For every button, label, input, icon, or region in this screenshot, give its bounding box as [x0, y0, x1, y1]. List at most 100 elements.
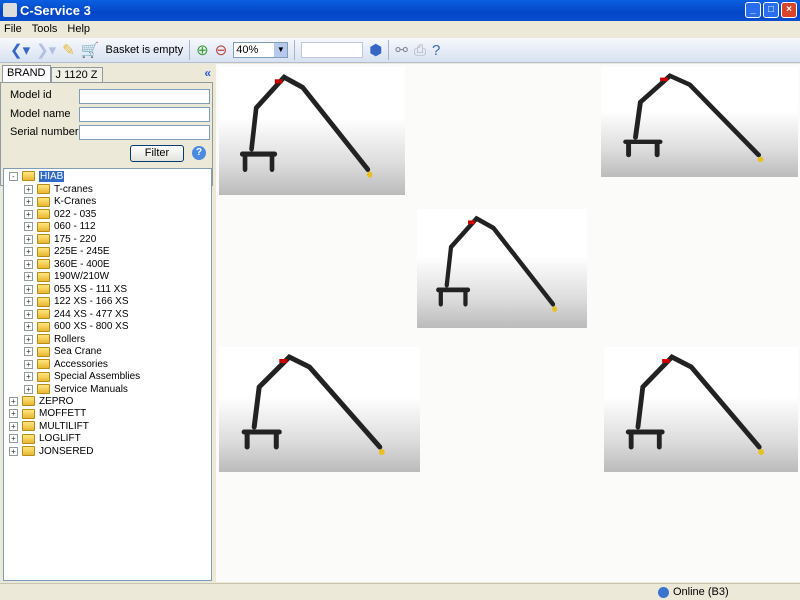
expand-icon[interactable]: +	[24, 222, 33, 231]
expand-icon[interactable]: +	[24, 247, 33, 256]
globe-icon	[658, 586, 669, 598]
zoom-out-icon[interactable]: ⊖	[215, 41, 228, 59]
status-bar: Online (B3)	[0, 583, 800, 600]
crane-image[interactable]	[417, 209, 587, 328]
model-id-input[interactable]	[79, 89, 210, 104]
expand-icon[interactable]: +	[24, 209, 33, 219]
binoculars-icon[interactable]: ⚯	[395, 41, 408, 59]
tree-node[interactable]: + MOFFETT	[9, 408, 86, 420]
zoom-in-icon[interactable]: ⊕	[196, 41, 209, 59]
folder-icon	[22, 171, 35, 181]
tree-node-hiab[interactable]: - HIAB	[9, 170, 65, 182]
tree-node[interactable]: +122 XS - 166 XS	[24, 296, 129, 308]
folder-icon	[37, 246, 50, 257]
expand-icon[interactable]: +	[9, 421, 18, 431]
folder-icon	[37, 296, 50, 307]
help-icon[interactable]: ?	[192, 146, 206, 160]
zoom-select[interactable]: 40% ▼	[233, 42, 289, 58]
brand-tree[interactable]: - HIAB + T-cranes + K-Cranes +022 - 035 +060 - …	[3, 168, 212, 581]
expand-icon[interactable]: +	[24, 372, 33, 381]
collapse-icon[interactable]: -	[9, 171, 18, 181]
expand-icon[interactable]: +	[9, 396, 18, 406]
tree-node[interactable]: +190W/210W	[24, 271, 109, 283]
expand-icon[interactable]: +	[24, 284, 33, 294]
expand-icon[interactable]: +	[24, 384, 33, 394]
close-button[interactable]: ×	[781, 2, 797, 18]
expand-icon[interactable]: +	[24, 322, 33, 331]
tree-node[interactable]: +022 - 035	[24, 208, 96, 220]
tab-model[interactable]: J 1120 Z	[50, 67, 103, 82]
menu-file[interactable]: File	[4, 23, 22, 35]
window-title: C-Service 3	[20, 3, 91, 18]
search-input[interactable]	[301, 42, 364, 58]
folder-icon	[37, 209, 50, 219]
maximize-button[interactable]: □	[763, 2, 779, 18]
tab-brand[interactable]: BRAND	[2, 65, 51, 82]
crane-gallery	[216, 64, 800, 582]
help-icon[interactable]: ?	[432, 42, 440, 59]
folder-icon	[22, 446, 35, 456]
tree-node[interactable]: + T-cranes	[24, 183, 93, 195]
tree-node[interactable]: +055 XS - 111 XS	[24, 283, 127, 295]
tree-node[interactable]: + Sea Crane	[24, 346, 102, 358]
basket-icon[interactable]: 🛒	[81, 41, 100, 59]
model-name-input[interactable]	[79, 107, 210, 122]
bone-icon[interactable]: ✎	[62, 41, 75, 59]
expand-icon[interactable]: +	[24, 272, 33, 281]
basket-status: Basket is empty	[105, 44, 184, 56]
expand-icon[interactable]: +	[24, 197, 33, 206]
expand-icon[interactable]: +	[9, 434, 18, 443]
expand-icon[interactable]: +	[9, 409, 18, 418]
tree-node[interactable]: +360E - 400E	[24, 258, 110, 270]
folder-icon	[37, 234, 50, 244]
crane-image[interactable]	[601, 67, 798, 177]
expand-icon[interactable]: +	[24, 259, 33, 269]
serial-number-label: Serial number	[10, 126, 79, 138]
folder-icon	[22, 433, 35, 444]
expand-icon[interactable]: +	[24, 359, 33, 369]
tree-node[interactable]: + MULTILIFT	[9, 420, 89, 432]
expand-icon[interactable]: +	[24, 309, 33, 319]
crane-image[interactable]	[604, 347, 798, 472]
tree-node[interactable]: + ZEPRO	[9, 395, 73, 407]
tree-node[interactable]: + Service Manuals	[24, 383, 128, 395]
model-id-label: Model id	[10, 89, 52, 101]
menu-help[interactable]: Help	[67, 23, 90, 35]
expand-icon[interactable]: +	[9, 446, 18, 456]
left-pane: BRAND J 1120 Z « Model id Model name Ser…	[0, 64, 215, 582]
tree-node[interactable]: +175 - 220	[24, 233, 96, 245]
back-icon[interactable]: ❮▾	[10, 41, 30, 59]
collapse-pane-icon[interactable]: «	[204, 66, 211, 80]
search-go-icon[interactable]: ⬢	[369, 41, 382, 59]
expand-icon[interactable]: +	[24, 297, 33, 306]
folder-icon	[37, 259, 50, 269]
expand-icon[interactable]: +	[24, 347, 33, 356]
tree-node[interactable]: +244 XS - 477 XS	[24, 308, 129, 320]
tree-node[interactable]: + JONSERED	[9, 445, 93, 457]
folder-icon	[37, 334, 50, 344]
forward-icon[interactable]: ❯▾	[36, 41, 56, 59]
tree-node[interactable]: +060 - 112	[24, 221, 96, 233]
tree-node[interactable]: +600 XS - 800 XS	[24, 321, 129, 333]
serial-number-input[interactable]	[79, 125, 210, 140]
expand-icon[interactable]: +	[24, 234, 33, 244]
tree-node[interactable]: +225E - 245E	[24, 246, 110, 258]
print-icon[interactable]: ⎙	[414, 42, 426, 59]
tree-node[interactable]: + LOGLIFT	[9, 433, 81, 445]
minimize-button[interactable]: _	[745, 2, 761, 18]
tree-node[interactable]: + K-Cranes	[24, 196, 96, 208]
folder-icon	[37, 221, 50, 232]
expand-icon[interactable]: +	[24, 334, 33, 344]
tree-node[interactable]: + Special Assemblies	[24, 371, 140, 383]
folder-icon	[37, 196, 50, 207]
model-name-label: Model name	[10, 108, 71, 120]
chevron-down-icon[interactable]: ▼	[274, 43, 288, 57]
tree-node[interactable]: + Rollers	[24, 333, 85, 345]
folder-icon	[22, 408, 35, 419]
filter-button[interactable]: Filter	[130, 145, 184, 162]
expand-icon[interactable]: +	[24, 184, 33, 194]
crane-image[interactable]	[219, 67, 405, 195]
tree-node[interactable]: + Accessories	[24, 358, 108, 370]
crane-image[interactable]	[219, 347, 420, 472]
menu-tools[interactable]: Tools	[32, 23, 58, 35]
